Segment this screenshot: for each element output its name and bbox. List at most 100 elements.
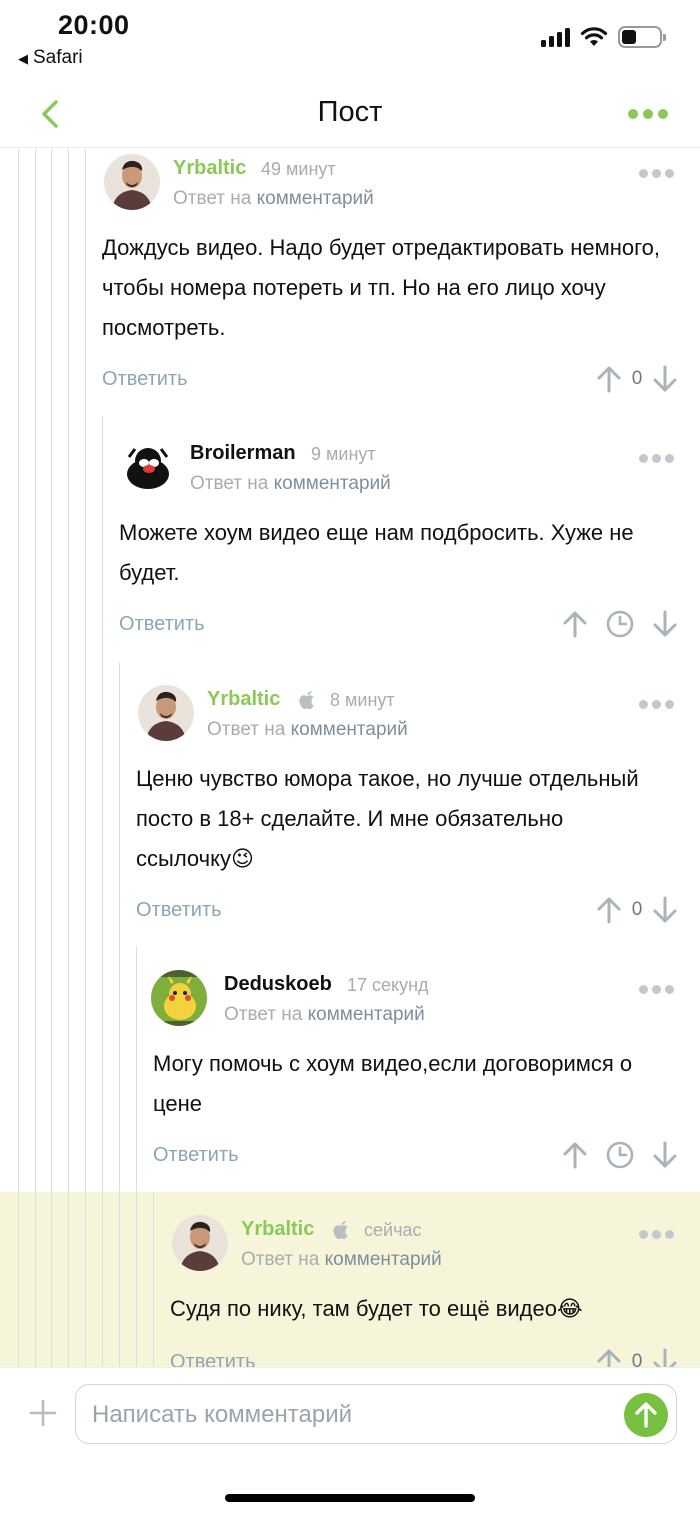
reply-to-link[interactable]: комментарий bbox=[308, 1004, 425, 1025]
comment-more-icon[interactable] bbox=[639, 1228, 675, 1240]
page-title: Пост bbox=[317, 96, 383, 128]
comment-author[interactable]: Broilerman bbox=[190, 442, 296, 465]
back-app-label: Safari bbox=[33, 47, 83, 68]
clock-icon bbox=[606, 610, 634, 638]
thread-line bbox=[51, 149, 52, 1367]
status-time: 20:00 bbox=[58, 10, 130, 40]
comment-more-icon[interactable] bbox=[639, 167, 675, 179]
vote-actions: 0 bbox=[596, 895, 678, 925]
reply-to-label: Ответ на комментарий bbox=[190, 473, 391, 495]
comment-text: Дождусь видео. Надо будет отредактироват… bbox=[102, 235, 660, 340]
thread-line bbox=[85, 149, 86, 1367]
comment-composer: Написать комментарий bbox=[0, 1367, 700, 1515]
reply-to-label: Ответ на комментарий bbox=[173, 188, 374, 210]
comment-input[interactable]: Написать комментарий bbox=[75, 1384, 677, 1444]
thread-line bbox=[18, 149, 19, 1367]
comment-author[interactable]: Yrbaltic bbox=[173, 157, 246, 180]
avatar[interactable] bbox=[138, 685, 194, 741]
upvote-arrow-icon[interactable] bbox=[562, 609, 588, 639]
comment: Broilerman 9 минут Ответ на комментарий … bbox=[119, 439, 700, 649]
reply-to-link[interactable]: комментарий bbox=[257, 188, 374, 209]
vote-score: 0 bbox=[631, 1351, 643, 1367]
reply-to-label: Ответ на комментарий bbox=[207, 719, 408, 741]
comment-author[interactable]: Deduskoeb bbox=[224, 973, 332, 996]
comment-input-placeholder: Написать комментарий bbox=[92, 1401, 353, 1428]
reply-to-prefix: Ответ на bbox=[190, 473, 269, 494]
avatar[interactable] bbox=[172, 1215, 228, 1271]
battery-icon bbox=[618, 26, 666, 48]
apple-icon bbox=[299, 691, 314, 710]
thread-line bbox=[119, 662, 120, 1367]
comment-more-icon[interactable] bbox=[639, 452, 675, 464]
comment-time: сейчас bbox=[364, 1220, 422, 1240]
nav-bar: Пост bbox=[0, 80, 700, 148]
upvote-arrow-icon[interactable] bbox=[596, 895, 622, 925]
reply-to-prefix: Ответ на bbox=[224, 1004, 303, 1025]
more-options-icon[interactable] bbox=[628, 104, 668, 124]
comment-text: Ценю чувство юмора такое, но лучше отдел… bbox=[136, 766, 639, 871]
vote-actions: 0 bbox=[596, 1347, 678, 1367]
reply-to-link[interactable]: комментарий bbox=[291, 719, 408, 740]
reply-to-link[interactable]: комментарий bbox=[274, 473, 391, 494]
attach-plus-icon[interactable] bbox=[28, 1398, 58, 1428]
avatar[interactable] bbox=[121, 439, 177, 495]
thread-line bbox=[136, 946, 137, 1367]
back-triangle-icon: ◀ bbox=[18, 51, 28, 66]
comment-time: 8 минут bbox=[330, 690, 395, 710]
reply-button[interactable]: Ответить bbox=[170, 1351, 256, 1367]
downvote-arrow-icon[interactable] bbox=[652, 1347, 678, 1367]
back-to-safari[interactable]: ◀ Safari bbox=[18, 47, 83, 69]
thread-line bbox=[68, 149, 69, 1367]
wifi-icon bbox=[580, 27, 608, 46]
thread-line bbox=[153, 1192, 154, 1367]
reply-to-label: Ответ на комментарий bbox=[224, 1004, 425, 1026]
comment-more-icon[interactable] bbox=[639, 698, 675, 710]
system-icons bbox=[541, 26, 666, 48]
vote-actions bbox=[562, 609, 678, 639]
vote-score: 0 bbox=[631, 368, 643, 389]
downvote-arrow-icon[interactable] bbox=[652, 609, 678, 639]
reply-to-prefix: Ответ на bbox=[173, 188, 252, 209]
reply-to-prefix: Ответ на bbox=[241, 1249, 320, 1270]
reply-button[interactable]: Ответить bbox=[153, 1144, 239, 1167]
comment-time: 17 секунд bbox=[347, 975, 429, 995]
vote-actions bbox=[562, 1140, 678, 1170]
comment-text: Могу помочь с хоум видео,если договоримс… bbox=[153, 1051, 633, 1116]
reply-to-link[interactable]: комментарий bbox=[325, 1249, 442, 1270]
comment-more-icon[interactable] bbox=[639, 983, 675, 995]
upvote-arrow-icon[interactable] bbox=[596, 364, 622, 394]
upvote-arrow-icon[interactable] bbox=[596, 1347, 622, 1367]
comment-text: Можете хоум видео еще нам подбросить. Ху… bbox=[119, 520, 634, 585]
downvote-arrow-icon[interactable] bbox=[652, 895, 678, 925]
downvote-arrow-icon[interactable] bbox=[652, 364, 678, 394]
downvote-arrow-icon[interactable] bbox=[652, 1140, 678, 1170]
comment: Yrbaltic 49 минут Ответ на комментарий Д… bbox=[102, 154, 700, 399]
comment-author[interactable]: Yrbaltic bbox=[241, 1218, 314, 1241]
reply-button[interactable]: Ответить bbox=[119, 613, 205, 636]
apple-icon bbox=[333, 1221, 348, 1240]
comment-text: Судя по нику, там будет то ещё видео😂 bbox=[170, 1296, 583, 1321]
comment-time: 49 минут bbox=[261, 159, 336, 179]
send-button[interactable] bbox=[624, 1393, 668, 1437]
thread-line bbox=[35, 149, 36, 1367]
cellular-signal-icon bbox=[541, 27, 570, 47]
thread-line bbox=[102, 416, 103, 1367]
avatar[interactable] bbox=[104, 154, 160, 210]
comment-author[interactable]: Yrbaltic bbox=[207, 688, 280, 711]
comment: Yrbaltic 8 минут Ответ на комментарий Це… bbox=[136, 685, 700, 930]
reply-button[interactable]: Ответить bbox=[136, 899, 222, 922]
status-bar: 20:00 ◀ Safari bbox=[0, 0, 700, 80]
vote-score: 0 bbox=[631, 899, 643, 920]
reply-button[interactable]: Ответить bbox=[102, 368, 188, 391]
comment: Deduskoeb 17 секунд Ответ на комментарий… bbox=[151, 970, 700, 1180]
upvote-arrow-icon[interactable] bbox=[562, 1140, 588, 1170]
clock-icon bbox=[606, 1141, 634, 1169]
home-indicator bbox=[225, 1494, 475, 1502]
send-arrow-icon bbox=[635, 1402, 657, 1428]
avatar[interactable] bbox=[151, 970, 207, 1026]
reply-to-prefix: Ответ на bbox=[207, 719, 286, 740]
vote-actions: 0 bbox=[596, 364, 678, 394]
reply-to-label: Ответ на комментарий bbox=[241, 1249, 442, 1271]
comment-time: 9 минут bbox=[311, 444, 376, 464]
comments-feed[interactable]: Yrbaltic 49 минут Ответ на комментарий Д… bbox=[0, 149, 700, 1367]
